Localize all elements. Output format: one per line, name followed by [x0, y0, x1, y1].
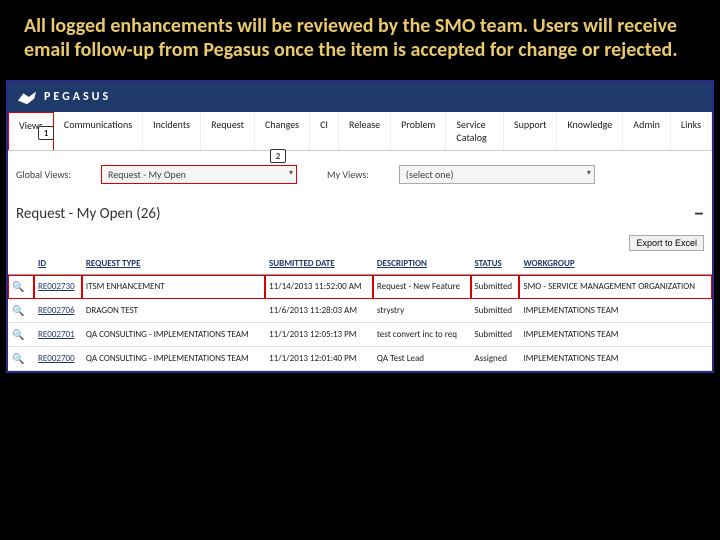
cell-workgroup: SMO - SERVICE MANAGEMENT ORGANIZATION — [519, 275, 712, 299]
cell-status: Assigned — [471, 347, 520, 371]
cell-desc: test convert inc to req — [373, 323, 471, 347]
my-views-label: My Views: — [327, 168, 369, 181]
tab-knowledge[interactable]: Knowledge — [557, 112, 623, 150]
table-row: 🔍 RE002700 QA CONSULTING - IMPLEMENTATIONS… — [8, 347, 712, 371]
cell-status: Submitted — [471, 323, 520, 347]
tab-problem[interactable]: Problem — [391, 112, 446, 150]
cell-workgroup: IMPLEMENTATIONS TEAM — [519, 323, 712, 347]
export-bar: Export to Excel — [8, 230, 712, 253]
tab-links[interactable]: Links — [671, 112, 712, 150]
global-views-select[interactable]: Request - My Open — [101, 165, 297, 184]
col-desc[interactable]: DESCRIPTION — [373, 253, 471, 275]
cell-workgroup: IMPLEMENTATIONS TEAM — [519, 347, 712, 371]
cell-type: DRAGON TEST — [82, 299, 265, 323]
section-count: (26) — [136, 205, 160, 223]
cell-date: 11/6/2013 11:28:03 AM — [265, 299, 373, 323]
table-row: 🔍 RE002730 ITSM ENHANCEMENT11/14/2013 11:5… — [8, 275, 712, 299]
view-filters: Global Views: Request - My Open My Views… — [8, 151, 712, 198]
tab-incidents[interactable]: Incidents — [143, 112, 201, 150]
tab-service-catalog[interactable]: Service Catalog — [446, 112, 504, 150]
magnifier-icon[interactable]: 🔍 — [12, 304, 24, 317]
tab-ci[interactable]: CI — [310, 112, 339, 150]
callout-1: 1 — [38, 126, 54, 140]
cell-type: QA CONSULTING - IMPLEMENTATIONS TEAM — [82, 323, 265, 347]
request-id-link[interactable]: RE002700 — [38, 353, 75, 364]
section-title-text: Request - My Open — [16, 205, 133, 223]
section-header: Request - My Open (26) − — [8, 198, 712, 230]
brand-text: PEGASUS — [44, 90, 111, 104]
export-excel-button[interactable]: Export to Excel — [629, 235, 704, 251]
tab-request[interactable]: Request — [201, 112, 255, 150]
main-tabs: Views Communications Incidents Request C… — [8, 112, 712, 151]
magnifier-icon[interactable]: 🔍 — [12, 328, 24, 341]
magnifier-icon[interactable]: 🔍 — [12, 352, 24, 365]
cell-status: Submitted — [471, 275, 520, 299]
cell-date: 11/14/2013 11:52:00 AM — [265, 275, 373, 299]
magnifier-icon[interactable]: 🔍 — [12, 280, 24, 293]
cell-type: ITSM ENHANCEMENT — [82, 275, 265, 299]
my-views-select[interactable]: (select one) — [399, 165, 595, 184]
table-row: 🔍 RE002706 DRAGON TEST11/6/2013 11:28:03 A… — [8, 299, 712, 323]
cell-type: QA CONSULTING - IMPLEMENTATIONS TEAM — [82, 347, 265, 371]
cell-desc: Request - New Feature — [373, 275, 471, 299]
cell-desc: QA Test Lead — [373, 347, 471, 371]
global-views-label: Global Views: — [16, 168, 71, 181]
tab-support[interactable]: Support — [504, 112, 557, 150]
tab-changes[interactable]: Changes — [255, 112, 310, 150]
callout-2: 2 — [270, 149, 286, 163]
cell-workgroup: IMPLEMENTATIONS TEAM — [519, 299, 712, 323]
collapse-icon[interactable]: − — [694, 202, 704, 226]
requests-table: ID REQUEST TYPE SUBMITTED DATE DESCRIPTI… — [8, 253, 712, 371]
page-description: All logged enhancements will be reviewed… — [0, 0, 720, 76]
cell-status: Submitted — [471, 299, 520, 323]
cell-desc: strystry — [373, 299, 471, 323]
tab-admin[interactable]: Admin — [623, 112, 671, 150]
pegasus-logo: PEGASUS — [16, 88, 111, 106]
col-type[interactable]: REQUEST TYPE — [82, 253, 265, 275]
cell-date: 11/1/2013 12:01:40 PM — [265, 347, 373, 371]
col-workgroup[interactable]: WORKGROUP — [519, 253, 712, 275]
pegasus-icon — [16, 88, 38, 106]
table-header-row: ID REQUEST TYPE SUBMITTED DATE DESCRIPTI… — [8, 253, 712, 275]
brand-bar: PEGASUS — [8, 82, 712, 112]
tab-communications[interactable]: Communications — [54, 112, 143, 150]
request-id-link[interactable]: RE002706 — [38, 305, 75, 316]
col-status[interactable]: STATUS — [471, 253, 520, 275]
col-icon — [8, 253, 34, 275]
request-id-link[interactable]: RE002701 — [38, 329, 75, 340]
col-date[interactable]: SUBMITTED DATE — [265, 253, 373, 275]
request-id-link[interactable]: RE002730 — [38, 281, 75, 292]
pegasus-app: PEGASUS Views Communications Incidents R… — [6, 80, 714, 373]
cell-date: 11/1/2013 12:05:13 PM — [265, 323, 373, 347]
tab-release[interactable]: Release — [339, 112, 391, 150]
table-row: 🔍 RE002701 QA CONSULTING - IMPLEMENTATIONS… — [8, 323, 712, 347]
col-id[interactable]: ID — [34, 253, 82, 275]
